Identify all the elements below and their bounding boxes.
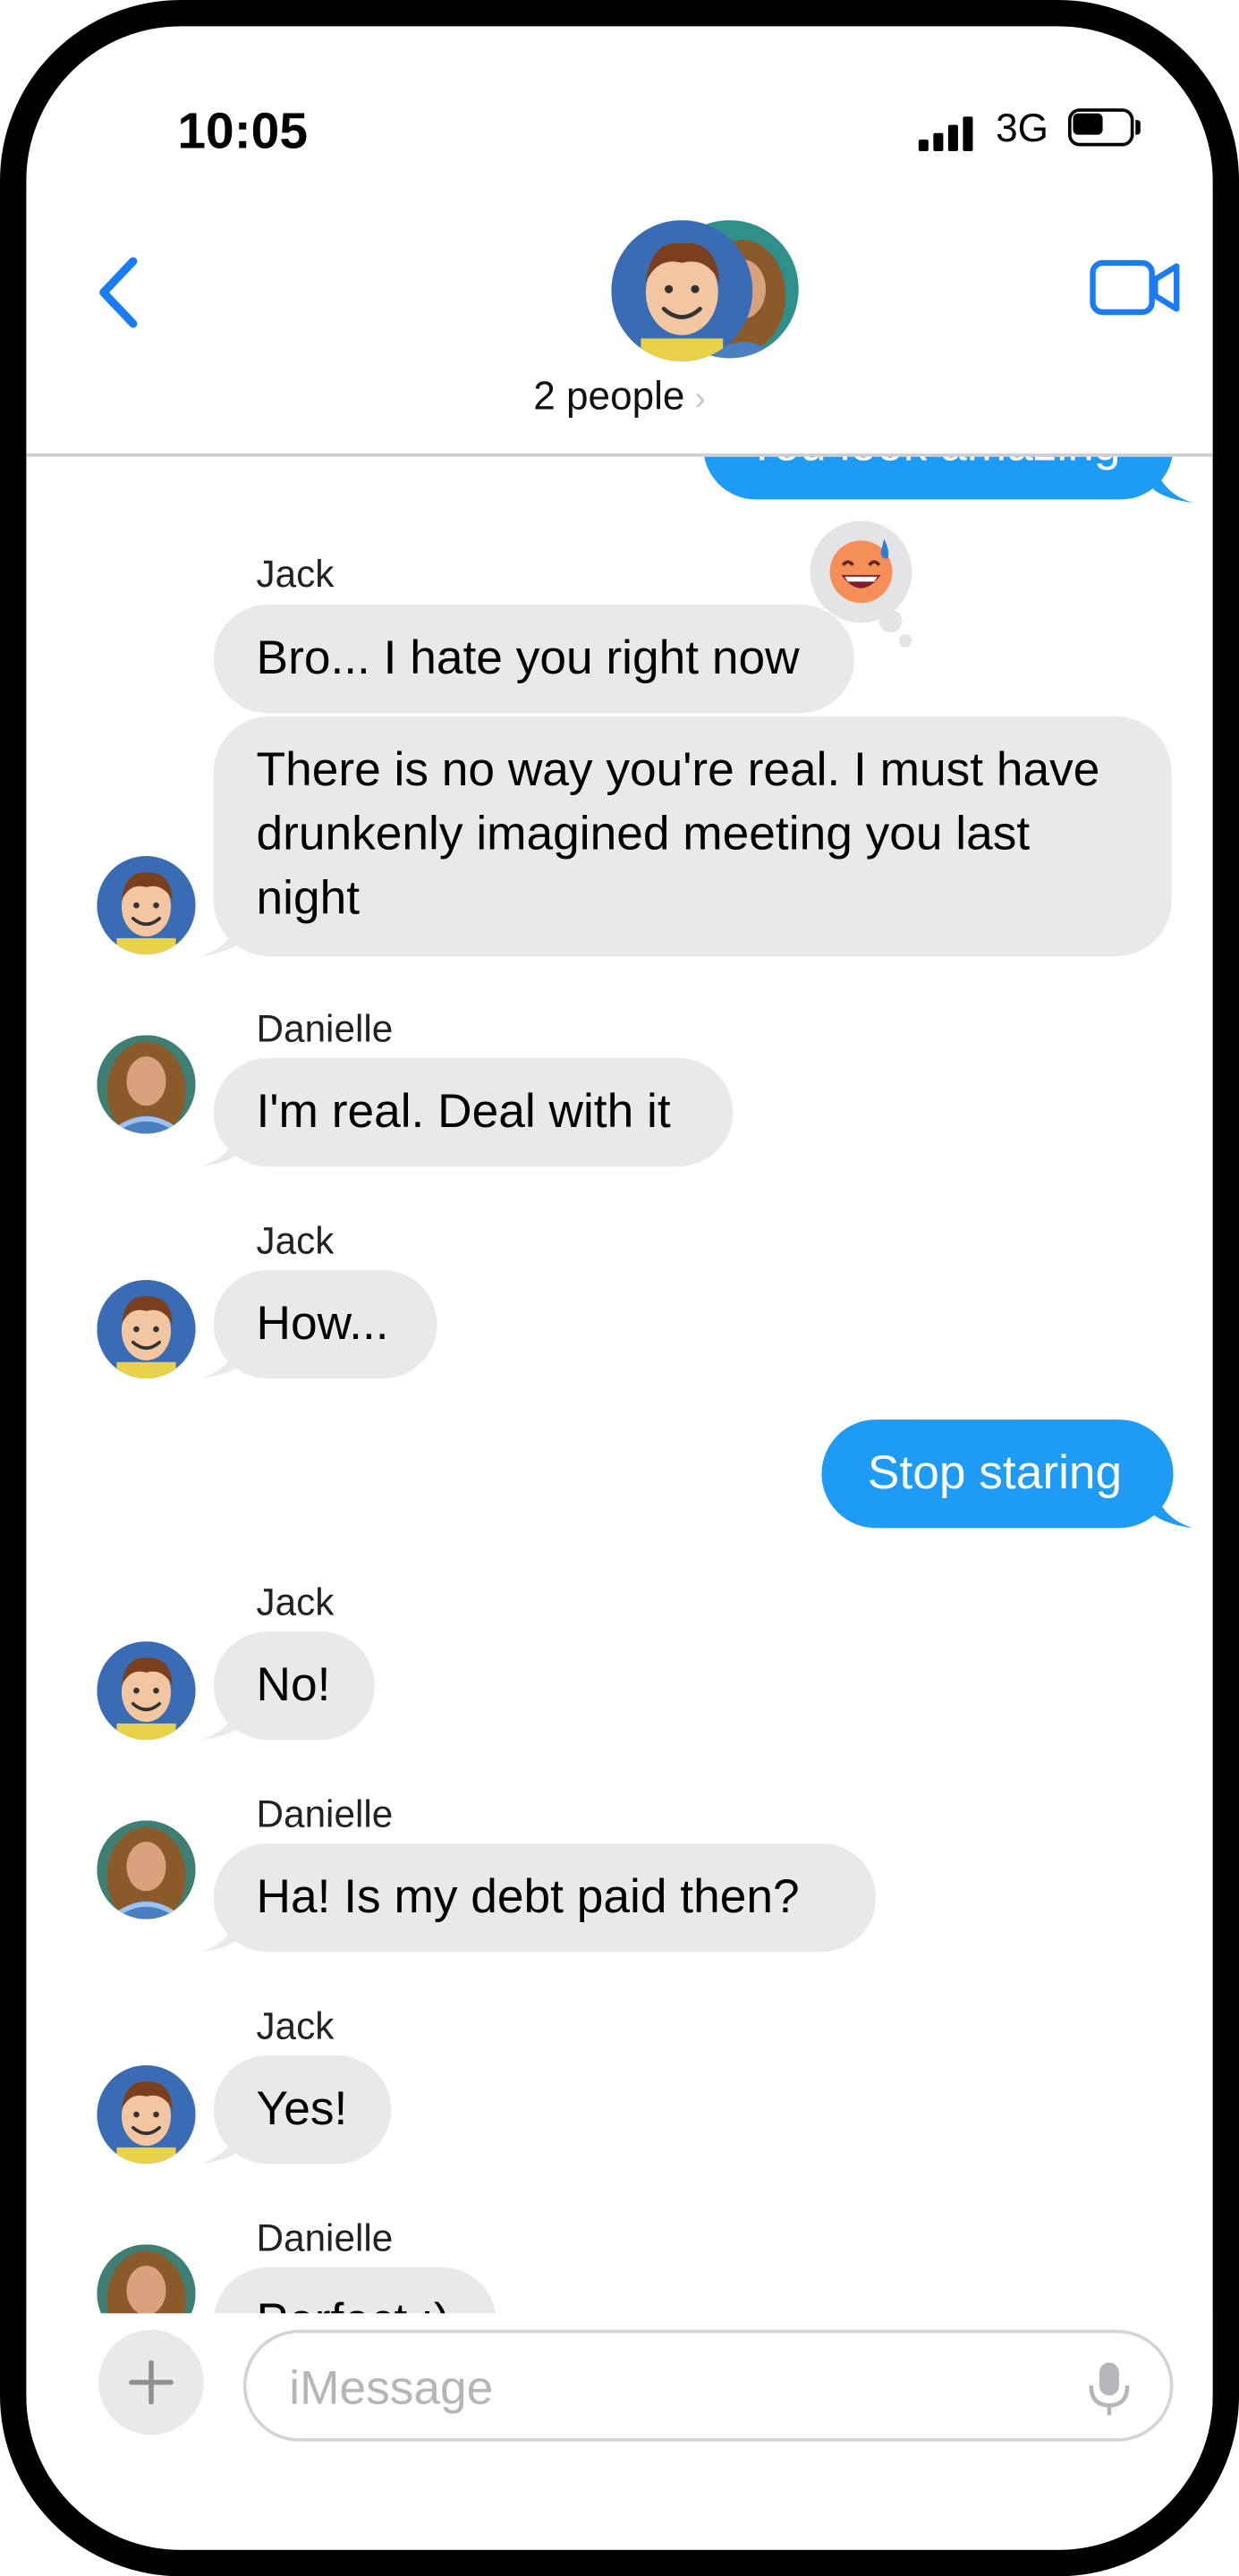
message-list: You look amazing Jack Bro... I hate you … bbox=[26, 453, 1212, 2314]
sender-name: Jack bbox=[256, 2004, 335, 2047]
message-bubble[interactable]: I'm real. Deal with it bbox=[213, 1057, 734, 1167]
message-text: Stop staring bbox=[867, 1447, 1123, 1501]
danielle-avatar-icon bbox=[97, 2244, 196, 2314]
video-call-button[interactable] bbox=[1082, 247, 1190, 329]
message-text-line: There is no way you're real. I must have bbox=[256, 744, 1100, 797]
message-text: Bro... I hate you right now bbox=[256, 632, 800, 685]
signal-icon bbox=[918, 115, 978, 151]
message-text: Perfect :) bbox=[257, 2295, 450, 2313]
composer-bar: iMessage bbox=[26, 2313, 1213, 2479]
message-text: Ha! Is my debt paid then? bbox=[256, 1871, 800, 1925]
message-bubble[interactable]: Ha! Is my debt paid then? bbox=[213, 1843, 877, 1953]
participants-label: 2 people bbox=[533, 374, 685, 419]
jack-avatar-icon bbox=[97, 856, 196, 955]
sender-name: Jack bbox=[256, 1218, 335, 1262]
jack-avatar[interactable] bbox=[97, 856, 196, 955]
jack-avatar-icon bbox=[611, 220, 753, 362]
add-attachment-button[interactable] bbox=[98, 2329, 204, 2436]
jack-avatar[interactable] bbox=[97, 1641, 196, 1741]
jack-avatar-icon bbox=[97, 1279, 196, 1379]
message-bubble[interactable]: Yes! bbox=[213, 2055, 392, 2165]
message-bubble[interactable]: Bro... I hate you right now bbox=[213, 604, 855, 714]
sender-name: Danielle bbox=[256, 1007, 394, 1050]
phone-frame: 10:05 3G 2 people › Jack Bro... I hate y… bbox=[0, 0, 1239, 2576]
message-text: No! bbox=[256, 1659, 331, 1713]
message-input[interactable]: iMessage bbox=[242, 2329, 1174, 2442]
message-bubble[interactable]: Perfect :) bbox=[213, 2267, 496, 2314]
danielle-avatar-icon bbox=[97, 1820, 196, 1919]
message-bubble[interactable]: Stop staring bbox=[821, 1419, 1174, 1529]
sender-name: Jack bbox=[256, 1580, 335, 1623]
danielle-avatar[interactable] bbox=[97, 1820, 196, 1919]
plus-icon bbox=[129, 2360, 174, 2405]
danielle-avatar-icon bbox=[97, 1035, 196, 1134]
message-bubble[interactable]: You look amazing bbox=[703, 453, 1174, 500]
jack-avatar[interactable] bbox=[97, 1279, 196, 1379]
danielle-avatar[interactable] bbox=[97, 1035, 196, 1134]
message-input-placeholder: iMessage bbox=[289, 2362, 494, 2416]
message-text: I'm real. Deal with it bbox=[256, 1086, 671, 1139]
conversation-header: 2 people › bbox=[26, 191, 1213, 457]
chevron-right-icon: › bbox=[694, 381, 706, 418]
battery-icon bbox=[1067, 108, 1141, 147]
message-bubble[interactable]: How... bbox=[213, 1269, 437, 1379]
back-button[interactable] bbox=[69, 243, 167, 342]
network-label: 3G bbox=[996, 106, 1048, 151]
message-text: Yes! bbox=[256, 2083, 348, 2136]
sender-name: Jack bbox=[256, 552, 335, 595]
reaction-badge[interactable] bbox=[809, 519, 917, 654]
sender-name: Danielle bbox=[256, 1792, 394, 1835]
message-bubble[interactable]: There is no way you're real. I must have… bbox=[213, 716, 1172, 957]
participants-link[interactable]: 2 people › bbox=[26, 375, 1212, 420]
jack-avatar-icon bbox=[97, 1641, 196, 1741]
jack-avatar-icon bbox=[97, 2064, 196, 2165]
message-text: You look amazing bbox=[746, 453, 1121, 479]
video-camera-icon bbox=[1090, 259, 1180, 316]
microphone-icon[interactable] bbox=[1084, 2360, 1133, 2419]
chevron-left-icon bbox=[99, 257, 138, 328]
status-time: 10:05 bbox=[177, 101, 309, 160]
status-bar: 10:05 3G bbox=[26, 26, 1212, 191]
danielle-avatar[interactable] bbox=[97, 2244, 196, 2314]
sender-name: Danielle bbox=[256, 2216, 394, 2259]
group-avatar[interactable] bbox=[611, 220, 799, 362]
message-text-line: night bbox=[256, 872, 361, 926]
message-text-line: drunkenly imagined meeting you last bbox=[256, 808, 1031, 861]
message-text: How... bbox=[256, 1298, 389, 1351]
jack-avatar[interactable] bbox=[97, 2064, 196, 2165]
